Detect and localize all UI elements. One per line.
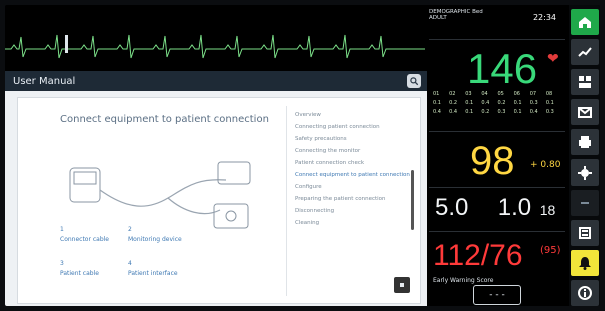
home-icon [578, 17, 591, 29]
toc-item[interactable]: Patient connection check [295, 160, 415, 166]
toc-item[interactable]: Connecting the monitor [295, 148, 415, 154]
divider [429, 187, 565, 188]
search-icon [410, 77, 419, 86]
caption-3-number: 3 [60, 260, 64, 267]
connection-diagram [69, 161, 251, 229]
manual-content: Connect equipment to patient connection … [17, 97, 421, 304]
list-button[interactable] [570, 219, 599, 246]
settings-icon [577, 165, 592, 180]
layout-button[interactable] [570, 69, 599, 96]
alarm-button[interactable] [570, 249, 599, 276]
heart-icon: ❤ [547, 51, 559, 67]
list-icon [578, 226, 591, 239]
toc-item[interactable]: Cleaning [295, 220, 415, 226]
toc-item[interactable]: Safety precautions [295, 136, 415, 142]
blank-icon [580, 201, 589, 204]
parameter-grid: 01 02 03 04 05 06 07 08 0.1 0.2 0.1 0.4 0.2 0.1 0.3 0.… [433, 91, 554, 115]
user-manual-window: User Manual Connect equipment to patient… [5, 71, 427, 306]
spo2-extra: + 0.80 [530, 160, 561, 170]
caption-2-text: Monitoring device [128, 236, 182, 243]
manual-title: User Manual [13, 75, 76, 87]
close-button[interactable] [394, 277, 410, 293]
ecg-waveform-graph [5, 34, 425, 59]
settings-button[interactable] [570, 159, 599, 186]
table-of-contents: Overview Connecting patient connection S… [286, 106, 415, 296]
info-button[interactable] [570, 279, 599, 306]
toc-item[interactable]: Overview [295, 112, 415, 118]
doc-title: Connect equipment to patient connection [60, 114, 269, 125]
warning-box[interactable]: - - - [473, 285, 521, 305]
toc-item-active[interactable]: Connect equipment to patient connection [295, 172, 415, 178]
printer-icon [578, 136, 591, 149]
monitor-screen: User Manual Connect equipment to patient… [5, 5, 600, 306]
blank-button[interactable] [570, 189, 599, 216]
layout-icon [578, 76, 591, 89]
toc-item[interactable]: Preparing the patient connection [295, 196, 415, 202]
search-button[interactable] [407, 74, 421, 88]
co2-left: 5.0 [435, 194, 469, 221]
toc-item[interactable]: Connecting patient connection [295, 124, 415, 130]
caption-2-number: 2 [128, 226, 132, 233]
divider [429, 231, 565, 232]
nibp-map: (95) [540, 245, 561, 256]
spo2-value: 98 [470, 139, 515, 183]
clock: 22:34 [532, 13, 556, 22]
manual-header: User Manual [5, 71, 427, 91]
co2-right: 1.0 [497, 194, 532, 221]
alarm-icon [578, 256, 591, 270]
home-button[interactable] [570, 9, 599, 36]
printer-button[interactable] [570, 129, 599, 156]
co2-small: 18 [539, 202, 556, 218]
caption-4-number: 4 [128, 260, 132, 267]
caption-1-text: Connector cable [60, 236, 109, 243]
mail-icon [577, 107, 592, 119]
trend-icon [577, 47, 592, 57]
mail-button[interactable] [570, 99, 599, 126]
toc-item[interactable]: Disconnecting [295, 208, 415, 214]
divider [429, 131, 565, 132]
hr-value: 146 [467, 45, 538, 92]
right-toolbar [569, 5, 600, 306]
caption-4-text: Patient interface [128, 270, 178, 277]
caption-3-text: Patient cable [60, 270, 99, 277]
ecg-waveform [5, 5, 425, 65]
co2-values: 5.0 1.0 18 [435, 194, 555, 222]
trend-button[interactable] [570, 39, 599, 66]
nibp-value: 112/76 [433, 239, 523, 272]
early-warning-score: Early Warning Score - - - [429, 275, 565, 306]
caption-1-number: 1 [60, 226, 64, 233]
manual-scrollbar[interactable] [411, 170, 414, 230]
toc-item[interactable]: Configure [295, 184, 415, 190]
close-icon [400, 283, 404, 287]
info-icon [577, 285, 592, 300]
divider [429, 39, 565, 40]
